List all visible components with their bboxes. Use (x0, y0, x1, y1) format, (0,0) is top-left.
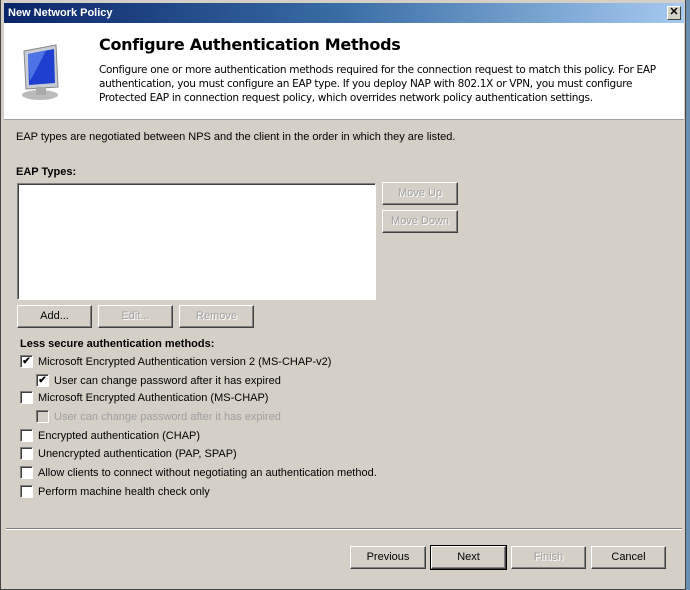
add-button[interactable]: Add... (17, 305, 92, 328)
auth-method-checkbox[interactable]: Unencrypted authentication (PAP, SPAP) (20, 447, 237, 460)
auth-method-checkbox[interactable]: Perform machine health check only (20, 485, 210, 498)
less-secure-label: Less secure authentication methods: (20, 338, 215, 350)
checkbox-box[interactable] (20, 466, 33, 479)
page-title: Configure Authentication Methods (99, 35, 401, 54)
checkbox-box[interactable]: ✔ (36, 374, 49, 387)
checkbox-label: Allow clients to connect without negotia… (38, 466, 377, 479)
eap-types-label: EAP Types: (16, 166, 77, 178)
checkbox-box[interactable] (20, 429, 33, 442)
checkbox-label: Microsoft Encrypted Authentication versi… (38, 355, 332, 368)
eap-types-list[interactable] (17, 183, 376, 300)
next-button[interactable]: Next (430, 545, 507, 570)
separator (6, 528, 682, 530)
checkbox-label: Unencrypted authentication (PAP, SPAP) (38, 447, 237, 460)
remove-button[interactable]: Remove (179, 305, 254, 328)
auth-method-checkbox[interactable]: Allow clients to connect without negotia… (20, 466, 377, 479)
checkbox-label: Perform machine health check only (38, 485, 210, 498)
wizard-header: Configure Authentication Methods Configu… (4, 23, 684, 120)
title-bar[interactable]: New Network Policy ✕ (4, 3, 684, 23)
auth-method-checkbox[interactable]: User can change password after it has ex… (36, 410, 281, 423)
cancel-button[interactable]: Cancel (591, 546, 666, 569)
eap-intro-text: EAP types are negotiated between NPS and… (16, 131, 456, 143)
auth-method-checkbox[interactable]: Encrypted authentication (CHAP) (20, 429, 200, 442)
checkbox-label: Microsoft Encrypted Authentication (MS-C… (38, 391, 269, 404)
checkbox-label: Encrypted authentication (CHAP) (38, 429, 201, 442)
checkbox-box[interactable] (36, 410, 49, 423)
move-down-button[interactable]: Move Down (382, 210, 458, 233)
new-network-policy-dialog: New Network Policy ✕ Configure Authentic… (0, 0, 686, 590)
checkbox-label: User can change password after it has ex… (54, 374, 281, 387)
checkbox-label: User can change password after it has ex… (54, 410, 281, 423)
computer-monitor-icon (22, 44, 59, 100)
edit-button[interactable]: Edit... (98, 305, 173, 328)
move-up-button[interactable]: Move Up (382, 182, 458, 205)
checkbox-box[interactable] (20, 485, 33, 498)
previous-button[interactable]: Previous (350, 546, 426, 569)
auth-method-checkbox[interactable]: Microsoft Encrypted Authentication (MS-C… (20, 391, 268, 404)
checkbox-box[interactable]: ✔ (20, 355, 33, 368)
finish-button[interactable]: Finish (511, 546, 586, 569)
auth-method-checkbox[interactable]: ✔ User can change password after it has e… (36, 374, 281, 387)
close-button[interactable]: ✕ (667, 6, 681, 20)
window-title: New Network Policy (8, 7, 113, 19)
checkbox-box[interactable] (20, 391, 33, 404)
page-description: Configure one or more authentication met… (99, 64, 656, 104)
auth-method-checkbox[interactable]: ✔ Microsoft Encrypted Authentication vers… (20, 355, 331, 368)
checkbox-box[interactable] (20, 447, 33, 460)
